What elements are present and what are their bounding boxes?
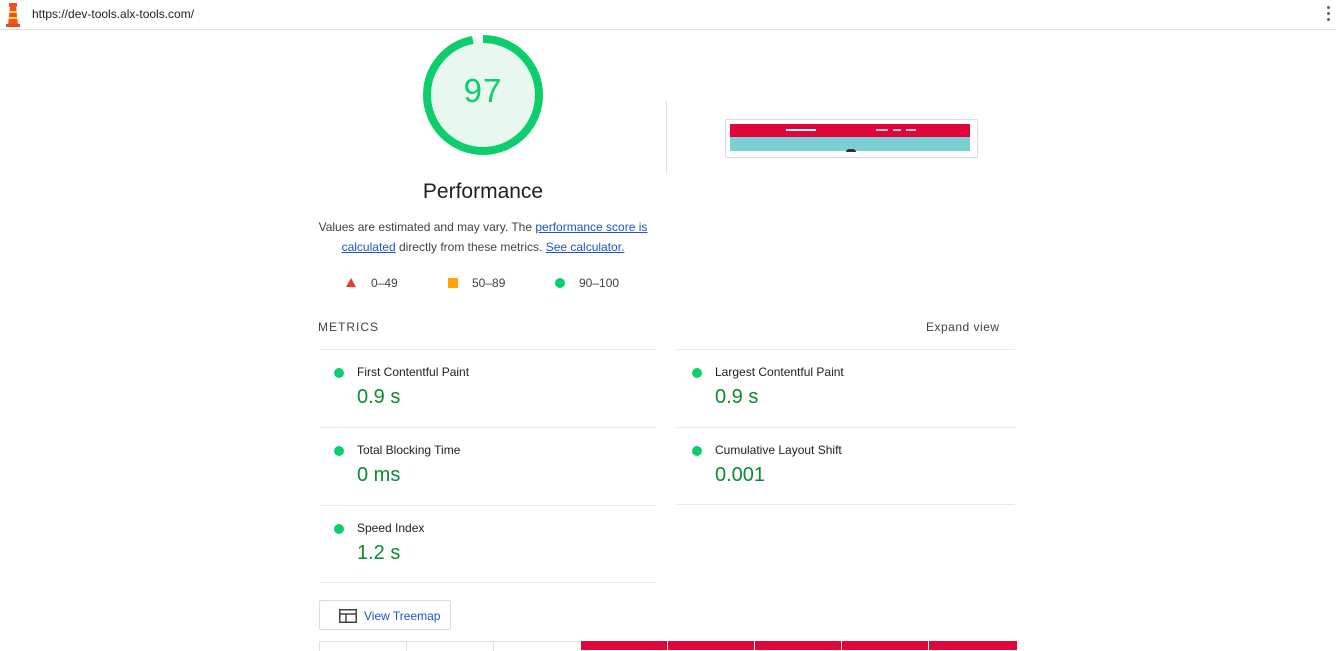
circle-icon: [555, 278, 565, 288]
metric-first-contentful-paint: First Contentful Paint 0.9 s: [319, 350, 657, 427]
metrics-heading: METRICS: [318, 320, 379, 334]
filmstrip-frame: [928, 641, 1017, 650]
page-url[interactable]: https://dev-tools.alx-tools.com/: [32, 7, 194, 21]
metric-name: Largest Contentful Paint: [715, 365, 844, 379]
metric-value: 0.001: [715, 464, 766, 486]
score-description: Values are estimated and may vary. The p…: [318, 217, 648, 257]
treemap-icon: [339, 609, 357, 623]
divider: [677, 504, 1015, 505]
metric-largest-contentful-paint: Largest Contentful Paint 0.9 s: [677, 350, 1015, 427]
description-middle: directly from these metrics.: [395, 240, 546, 254]
metric-name: Speed Index: [357, 521, 425, 535]
filmstrip-frame: [754, 641, 842, 650]
filmstrip-frame: [580, 641, 668, 650]
filmstrip-frame: [667, 641, 755, 650]
legend-label-average: 50–89: [472, 276, 506, 290]
address-bar: https://dev-tools.alx-tools.com/: [0, 0, 1336, 30]
triangle-icon: [346, 278, 356, 287]
metric-value: 0.9 s: [357, 386, 401, 408]
metric-cumulative-layout-shift: Cumulative Layout Shift 0.001: [677, 428, 1015, 505]
metric-name: Cumulative Layout Shift: [715, 443, 842, 457]
legend-label-pass: 90–100: [579, 276, 620, 290]
metric-value: 0 ms: [357, 464, 401, 486]
gauge-title: Performance: [422, 180, 544, 203]
legend-label-fail: 0–49: [371, 276, 398, 290]
metric-value: 0.9 s: [715, 386, 759, 408]
metric-total-blocking-time: Total Blocking Time 0 ms: [319, 428, 657, 505]
square-icon: [448, 278, 458, 288]
pass-circle-icon: [334, 524, 344, 534]
metric-value: 1.2 s: [357, 542, 401, 564]
filmstrip-frame: [841, 641, 929, 650]
view-treemap-label: View Treemap: [364, 609, 441, 623]
divider: [319, 582, 657, 583]
pass-circle-icon: [692, 368, 702, 378]
pass-circle-icon: [334, 446, 344, 456]
pass-circle-icon: [692, 446, 702, 456]
final-screenshot-thumbnail[interactable]: [725, 119, 978, 158]
performance-score: 97: [463, 72, 503, 109]
pass-circle-icon: [334, 368, 344, 378]
metric-speed-index: Speed Index 1.2 s: [319, 506, 657, 583]
lighthouse-logo-icon: [6, 3, 20, 27]
metric-name: Total Blocking Time: [357, 443, 461, 457]
metric-name: First Contentful Paint: [357, 365, 470, 379]
see-calculator-link[interactable]: See calculator.: [546, 240, 625, 254]
description-lead: Values are estimated and may vary. The: [318, 220, 536, 234]
more-options-icon[interactable]: [1326, 6, 1332, 24]
vertical-divider: [666, 101, 667, 174]
expand-view-toggle[interactable]: Expand view: [926, 320, 1000, 334]
filmstrip: [319, 641, 1017, 651]
view-treemap-button[interactable]: View Treemap: [319, 600, 451, 630]
